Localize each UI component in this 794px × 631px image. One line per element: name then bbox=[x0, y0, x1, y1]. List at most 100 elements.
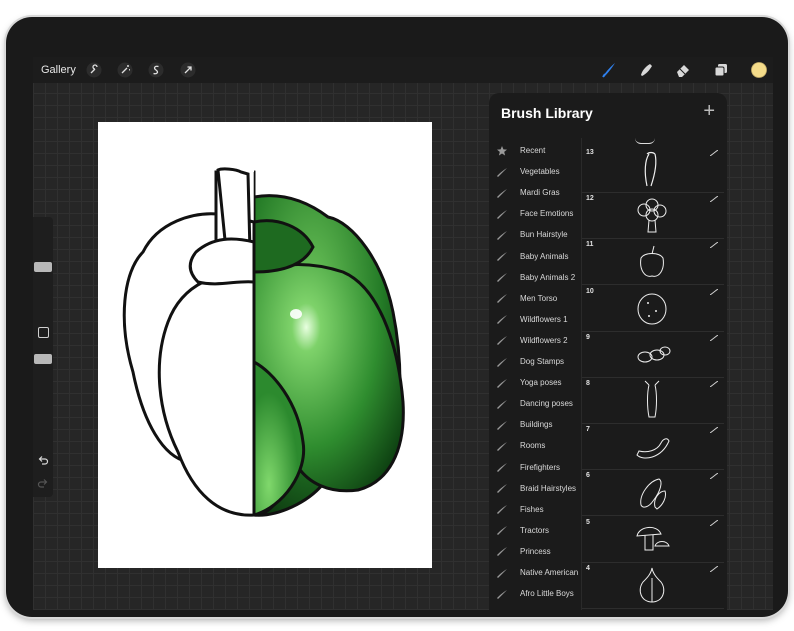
brush-set-item[interactable]: Baby Animals bbox=[489, 246, 579, 267]
brush-set-label: Dancing poses bbox=[520, 399, 573, 409]
brush-preview-partial bbox=[635, 138, 655, 144]
brush-set-item[interactable]: Tractors bbox=[489, 520, 579, 541]
brush-set-item[interactable]: Dancing poses bbox=[489, 393, 579, 414]
brush-set-label: Braid Hairstyles bbox=[520, 483, 577, 493]
brush-set-label: Fishes bbox=[520, 504, 544, 514]
brush-list[interactable]: 13 12 11 10 9 8 7 6 5 4 bbox=[581, 138, 728, 610]
brush-item[interactable]: 10 bbox=[582, 285, 724, 332]
brush-set-item[interactable]: Bun Hairstyle bbox=[489, 224, 579, 245]
layers-icon[interactable] bbox=[711, 57, 731, 83]
brush-item[interactable]: 4 bbox=[582, 562, 724, 609]
brush-stroke-preview-icon bbox=[710, 565, 718, 572]
brush-stroke-icon bbox=[497, 252, 507, 261]
brush-set-label: Bun Hairstyle bbox=[520, 230, 568, 240]
brush-set-item[interactable]: Wildflowers 2 bbox=[489, 330, 579, 351]
brush-stroke-preview-icon bbox=[710, 427, 718, 434]
wrench-icon[interactable] bbox=[85, 57, 103, 83]
brush-number: 4 bbox=[586, 564, 590, 572]
brush-set-item[interactable]: Vegetables bbox=[489, 161, 579, 182]
brush-stroke-preview-icon bbox=[710, 242, 718, 249]
brush-item[interactable]: 7 bbox=[582, 423, 724, 471]
brush-set-item[interactable]: Face Emotions bbox=[489, 203, 579, 224]
brush-set-item[interactable]: Rooms bbox=[489, 435, 579, 456]
brush-stroke-icon bbox=[497, 484, 507, 494]
color-swatch-icon[interactable] bbox=[749, 57, 769, 83]
brush-item[interactable]: 13 bbox=[582, 146, 724, 193]
brush-set-label: Rooms bbox=[520, 441, 546, 451]
zucchini-icon bbox=[636, 438, 670, 459]
brush-stroke-icon bbox=[497, 547, 507, 557]
add-brush-set-button[interactable]: + bbox=[703, 101, 715, 121]
brush-set-item[interactable]: Baby Animals 2 bbox=[489, 267, 579, 288]
selection-s-icon[interactable] bbox=[147, 57, 165, 83]
brush-set-item[interactable]: Fishes bbox=[489, 499, 579, 520]
brush-set-item[interactable]: Braid Hairstyles bbox=[489, 478, 579, 499]
brush-item[interactable]: 12 bbox=[582, 192, 724, 240]
brush-stroke-icon bbox=[497, 589, 507, 599]
brush-number: 9 bbox=[586, 333, 590, 341]
brush-set-label: Princess bbox=[520, 546, 551, 556]
sliced-vegetables-icon bbox=[637, 346, 671, 363]
brush-item[interactable]: 8 bbox=[582, 377, 724, 424]
brush-set-item[interactable]: Buildings bbox=[489, 414, 579, 435]
brush-stroke-preview-icon bbox=[710, 334, 718, 341]
magic-wand-icon[interactable] bbox=[116, 57, 134, 83]
brush-set-item[interactable]: Firefighters bbox=[489, 457, 579, 478]
brush-stroke-icon bbox=[497, 526, 507, 536]
brush-item[interactable]: 9 bbox=[582, 331, 724, 378]
brush-number: 8 bbox=[586, 380, 590, 387]
brush-stroke-icon bbox=[497, 294, 507, 304]
brush-item[interactable]: 11 bbox=[582, 238, 724, 286]
brush-stroke-preview-icon bbox=[710, 381, 718, 387]
redo-icon[interactable] bbox=[37, 476, 49, 488]
brush-stroke-icon bbox=[497, 505, 507, 515]
brush-set-item[interactable]: Yoga poses bbox=[489, 372, 579, 393]
brush-set-item[interactable]: Afro Girls bbox=[489, 604, 579, 610]
star-icon bbox=[497, 145, 507, 155]
brush-item[interactable]: 5 bbox=[582, 516, 724, 563]
panel-title: Brush Library bbox=[501, 105, 593, 121]
brush-set-label: Baby Animals bbox=[520, 251, 569, 261]
drawing-canvas[interactable] bbox=[98, 122, 432, 568]
brush-stroke-icon bbox=[497, 357, 507, 367]
bell-pepper-icon bbox=[640, 246, 664, 278]
brush-set-item[interactable]: Recent bbox=[489, 140, 579, 161]
brush-set-item[interactable]: Afro Little Boys bbox=[489, 583, 579, 604]
smudge-icon[interactable] bbox=[636, 57, 656, 83]
brush-set-list[interactable]: Recent Vegetables Mardi Gras Face Emotions B… bbox=[489, 140, 579, 610]
brush-set-item[interactable]: Native American bbox=[489, 562, 579, 583]
undo-icon[interactable] bbox=[37, 453, 49, 465]
brush-stroke-icon bbox=[497, 273, 507, 283]
transform-arrow-icon[interactable] bbox=[179, 57, 197, 83]
brush-set-item[interactable]: Dog Stamps bbox=[489, 351, 579, 372]
ipad-frame: Gallery Brush Library + Recent Vegetable… bbox=[6, 17, 788, 617]
brush-set-item[interactable]: Princess bbox=[489, 541, 579, 562]
brush-stroke-icon bbox=[497, 399, 507, 409]
mushrooms-icon bbox=[636, 526, 670, 551]
brush-set-label: Face Emotions bbox=[520, 209, 574, 219]
brush-set-item[interactable]: Wildflowers 1 bbox=[489, 309, 579, 330]
brush-set-label: Wildflowers 1 bbox=[520, 314, 568, 324]
broccoli-icon bbox=[637, 198, 667, 233]
brush-stroke-preview-icon bbox=[710, 519, 718, 526]
brush-number: 7 bbox=[586, 426, 590, 434]
brush-set-label: Afro Little Boys bbox=[520, 589, 574, 599]
gallery-button[interactable]: Gallery bbox=[41, 57, 76, 83]
brush-stroke-icon bbox=[497, 441, 507, 451]
brush-size-slider[interactable] bbox=[34, 262, 52, 272]
brush-set-label: Yoga poses bbox=[520, 378, 562, 388]
leek-icon bbox=[644, 380, 660, 418]
brush-set-label: Mardi Gras bbox=[520, 188, 560, 198]
brush-icon[interactable] bbox=[599, 57, 619, 83]
brush-item[interactable]: 6 bbox=[582, 469, 724, 517]
brush-library-panel: Brush Library + Recent Vegetables Mardi Gr… bbox=[489, 93, 727, 610]
brush-stroke-preview-icon bbox=[710, 150, 718, 156]
brush-set-label: Wildflowers 2 bbox=[520, 335, 568, 345]
brush-set-label: Tractors bbox=[520, 525, 550, 535]
brush-set-item[interactable]: Mardi Gras bbox=[489, 182, 579, 203]
brush-set-item[interactable]: Men Torso bbox=[489, 288, 579, 309]
potato-icon bbox=[637, 293, 667, 325]
eraser-icon[interactable] bbox=[673, 57, 693, 83]
opacity-slider[interactable] bbox=[34, 354, 52, 364]
square-modify-icon[interactable] bbox=[38, 327, 49, 338]
